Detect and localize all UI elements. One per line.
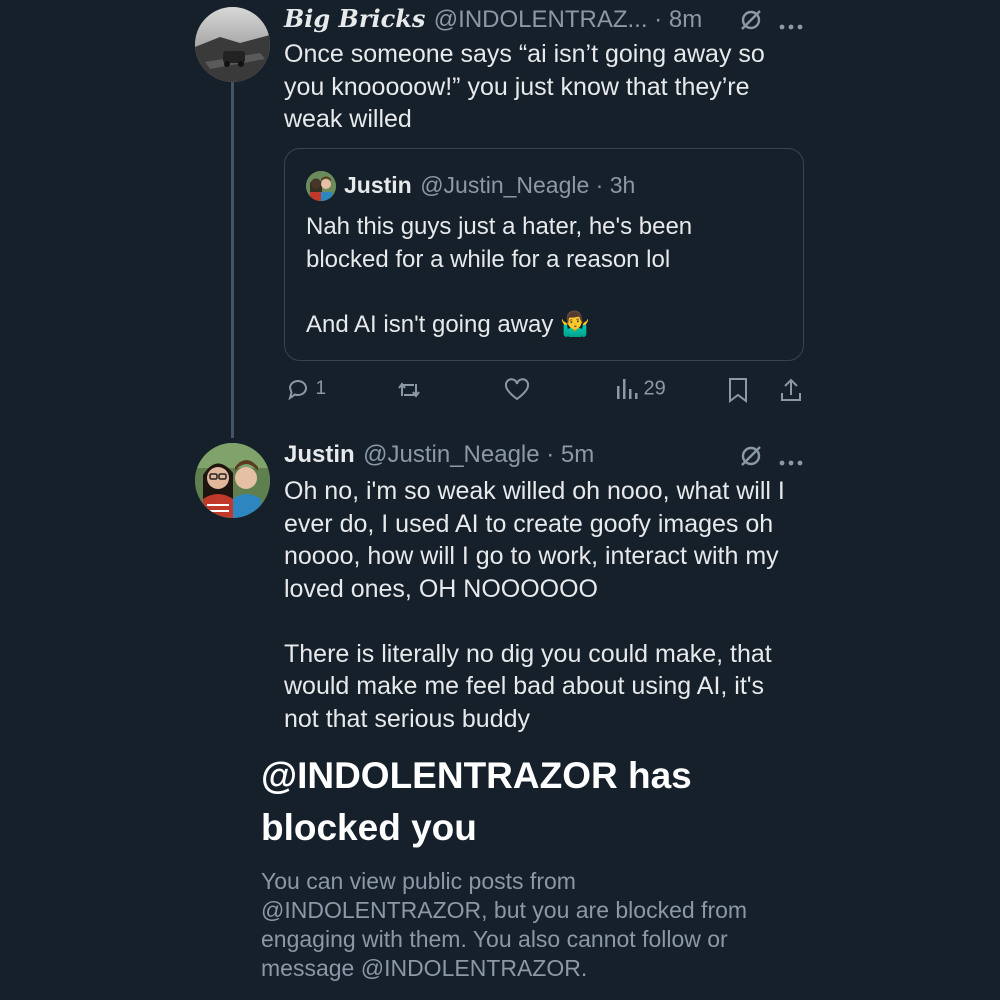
- tweet-text: Once someone says “ai isn’t going away s…: [284, 40, 765, 133]
- avatar[interactable]: [195, 443, 270, 518]
- handle-and-time[interactable]: @Justin_Neagle · 3h: [420, 172, 635, 198]
- more-options-icon[interactable]: [779, 453, 803, 466]
- handle-and-time[interactable]: @Justin_Neagle · 5m: [363, 441, 594, 468]
- more-options-icon[interactable]: [779, 17, 803, 30]
- avatar[interactable]: [306, 171, 336, 201]
- bookmark-icon[interactable]: [726, 376, 750, 404]
- display-name[interactable]: Big Bricks: [284, 4, 425, 33]
- repost-icon[interactable]: [395, 376, 423, 404]
- quoted-tweet-header: Justin @Justin_Neagle · 3h: [344, 172, 635, 199]
- tweet-header: Big Bricks @INDOLENTRAZ... · 8m: [284, 4, 702, 34]
- thread-connector-line: [231, 82, 234, 438]
- handle-and-time[interactable]: @INDOLENTRAZ... · 8m: [434, 6, 702, 33]
- quoted-tweet-text: Nah this guys just a hater, he's been bl…: [306, 213, 693, 338]
- views-button[interactable]: 29: [615, 376, 666, 404]
- views-count: 29: [643, 377, 666, 400]
- display-name[interactable]: Justin: [344, 172, 412, 198]
- tweet-text: Oh no, i'm so weak willed oh nooo, what …: [284, 477, 785, 733]
- display-name[interactable]: Justin: [284, 441, 355, 468]
- blocked-notice-title: @INDOLENTRAZOR has blocked you: [261, 755, 692, 848]
- grok-icon[interactable]: [738, 7, 764, 33]
- blocked-notice-description: You can view public posts from @INDOLENT…: [261, 868, 748, 981]
- reply-button[interactable]: 1: [285, 376, 326, 404]
- reply-icon: [288, 380, 307, 401]
- share-icon[interactable]: [778, 376, 804, 404]
- reply-count: 1: [315, 378, 327, 399]
- views-icon: [617, 379, 638, 399]
- tweet-header: Justin @Justin_Neagle · 5m: [284, 441, 594, 469]
- like-icon[interactable]: [503, 376, 531, 404]
- avatar[interactable]: [195, 7, 270, 82]
- grok-icon[interactable]: [738, 443, 764, 469]
